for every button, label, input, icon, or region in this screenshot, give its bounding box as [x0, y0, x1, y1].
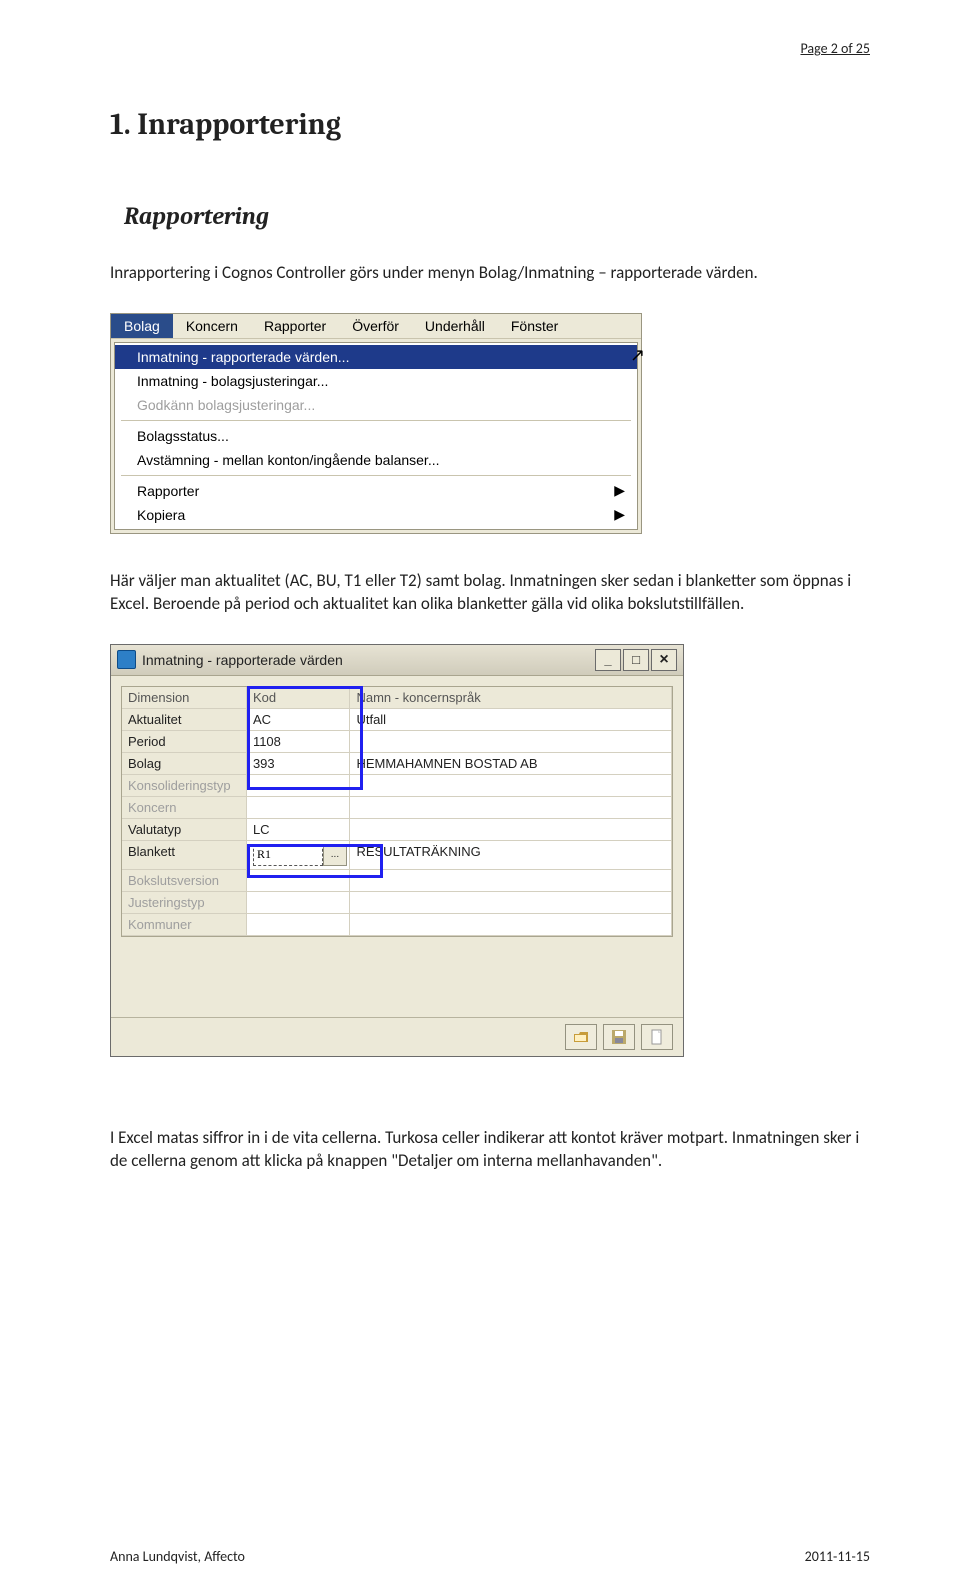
row-namn	[350, 775, 672, 797]
row-label: Koncern	[122, 797, 247, 819]
heading-2: Rapportering	[124, 202, 870, 230]
grid-row: Bokslutsversion	[122, 870, 672, 892]
row-label: Blankett	[122, 841, 247, 870]
menu-item[interactable]: Avstämning - mellan konton/ingående bala…	[115, 448, 637, 472]
menu-separator	[121, 420, 631, 421]
paragraph-2: Här väljer man aktualitet (AC, BU, T1 el…	[110, 570, 870, 616]
row-namn	[350, 797, 672, 819]
cursor-icon: ↖	[630, 345, 645, 366]
submenu-caret-icon: ▶	[614, 482, 625, 499]
parameter-grid: Dimension Kod Namn - koncernspråk Aktual…	[121, 686, 673, 937]
row-namn	[350, 892, 672, 914]
menu-underhåll[interactable]: Underhåll	[412, 314, 498, 338]
row-namn: RESULTATRÄKNING	[350, 841, 672, 870]
row-kod	[247, 914, 351, 936]
grid-header: Dimension Kod Namn - koncernspråk	[122, 687, 672, 709]
row-label: Period	[122, 731, 247, 753]
row-kod	[247, 775, 351, 797]
row-label: Bokslutsversion	[122, 870, 247, 892]
grid-row: Koncern	[122, 797, 672, 819]
row-kod[interactable]: 393	[247, 753, 351, 775]
menu-fönster[interactable]: Fönster	[498, 314, 571, 338]
dialog-titlebar: Inmatning - rapporterade värden _ □ ×	[111, 645, 683, 676]
footer-author: Anna Lundqvist, Affecto	[110, 1548, 245, 1565]
dialog-footer	[111, 1017, 683, 1056]
paragraph-3: I Excel matas siffror in i de vita celle…	[110, 1127, 870, 1173]
menu-koncern[interactable]: Koncern	[173, 314, 251, 338]
row-kod[interactable]: ...	[247, 841, 351, 870]
menu-item: Godkänn bolagsjusteringar...	[115, 393, 637, 417]
new-button[interactable]	[641, 1024, 673, 1050]
row-kod[interactable]: LC	[247, 819, 351, 841]
row-label: Bolag	[122, 753, 247, 775]
app-icon	[117, 650, 136, 669]
grid-row: Period1108	[122, 731, 672, 753]
row-kod	[247, 892, 351, 914]
row-namn: Utfall	[350, 709, 672, 731]
grid-row: Blankett...RESULTATRÄKNING	[122, 841, 672, 870]
header-kod: Kod	[247, 687, 351, 709]
menu-item[interactable]: Rapporter▶	[115, 479, 637, 503]
row-kod	[247, 870, 351, 892]
grid-row: AktualitetACUtfall	[122, 709, 672, 731]
intro-paragraph: Inrapportering i Cognos Controller görs …	[110, 262, 870, 285]
header-dimension: Dimension	[122, 687, 247, 709]
maximize-button[interactable]: □	[623, 649, 649, 671]
menu-bolag[interactable]: Bolag	[111, 314, 173, 338]
grid-row: Bolag393HEMMAHAMNEN BOSTAD AB	[122, 753, 672, 775]
menu-screenshot: BolagKoncernRapporterÖverförUnderhållFön…	[110, 313, 642, 534]
grid-row: Kommuner	[122, 914, 672, 936]
row-label: Aktualitet	[122, 709, 247, 731]
row-kod[interactable]: AC	[247, 709, 351, 731]
row-label: Konsolideringstyp	[122, 775, 247, 797]
menu-item[interactable]: Inmatning - bolagsjusteringar...	[115, 369, 637, 393]
menu-separator	[121, 475, 631, 476]
minimize-button[interactable]: _	[595, 649, 621, 671]
header-namn: Namn - koncernspråk	[350, 687, 672, 709]
heading-1: 1. Inrapportering	[110, 107, 870, 142]
row-namn: HEMMAHAMNEN BOSTAD AB	[350, 753, 672, 775]
dropdown-menu: Inmatning - rapporterade värden...↖Inmat…	[114, 342, 638, 530]
grid-row: Konsolideringstyp	[122, 775, 672, 797]
blankett-input[interactable]	[253, 844, 323, 866]
page-number: Page 2 of 25	[110, 40, 870, 57]
row-label: Justeringstyp	[122, 892, 247, 914]
open-button[interactable]	[565, 1024, 597, 1050]
row-label: Valutatyp	[122, 819, 247, 841]
dialog-screenshot: Inmatning - rapporterade värden _ □ × Di…	[110, 644, 684, 1057]
save-button[interactable]	[603, 1024, 635, 1050]
menu-item[interactable]: Bolagsstatus...	[115, 424, 637, 448]
lookup-button[interactable]: ...	[323, 844, 347, 866]
row-namn	[350, 870, 672, 892]
row-kod[interactable]: 1108	[247, 731, 351, 753]
row-kod	[247, 797, 351, 819]
row-namn	[350, 914, 672, 936]
row-label: Kommuner	[122, 914, 247, 936]
row-namn	[350, 731, 672, 753]
menu-item[interactable]: Inmatning - rapporterade värden...↖	[115, 345, 637, 369]
footer-date: 2011-11-15	[805, 1548, 870, 1565]
submenu-caret-icon: ▶	[614, 506, 625, 523]
close-button[interactable]: ×	[651, 649, 677, 671]
menu-bar: BolagKoncernRapporterÖverförUnderhållFön…	[111, 314, 641, 339]
menu-rapporter[interactable]: Rapporter	[251, 314, 339, 338]
grid-row: Justeringstyp	[122, 892, 672, 914]
menu-överför[interactable]: Överför	[339, 314, 412, 338]
dialog-title: Inmatning - rapporterade värden	[142, 652, 593, 668]
row-namn	[350, 819, 672, 841]
menu-item[interactable]: Kopiera▶	[115, 503, 637, 527]
grid-row: ValutatypLC	[122, 819, 672, 841]
